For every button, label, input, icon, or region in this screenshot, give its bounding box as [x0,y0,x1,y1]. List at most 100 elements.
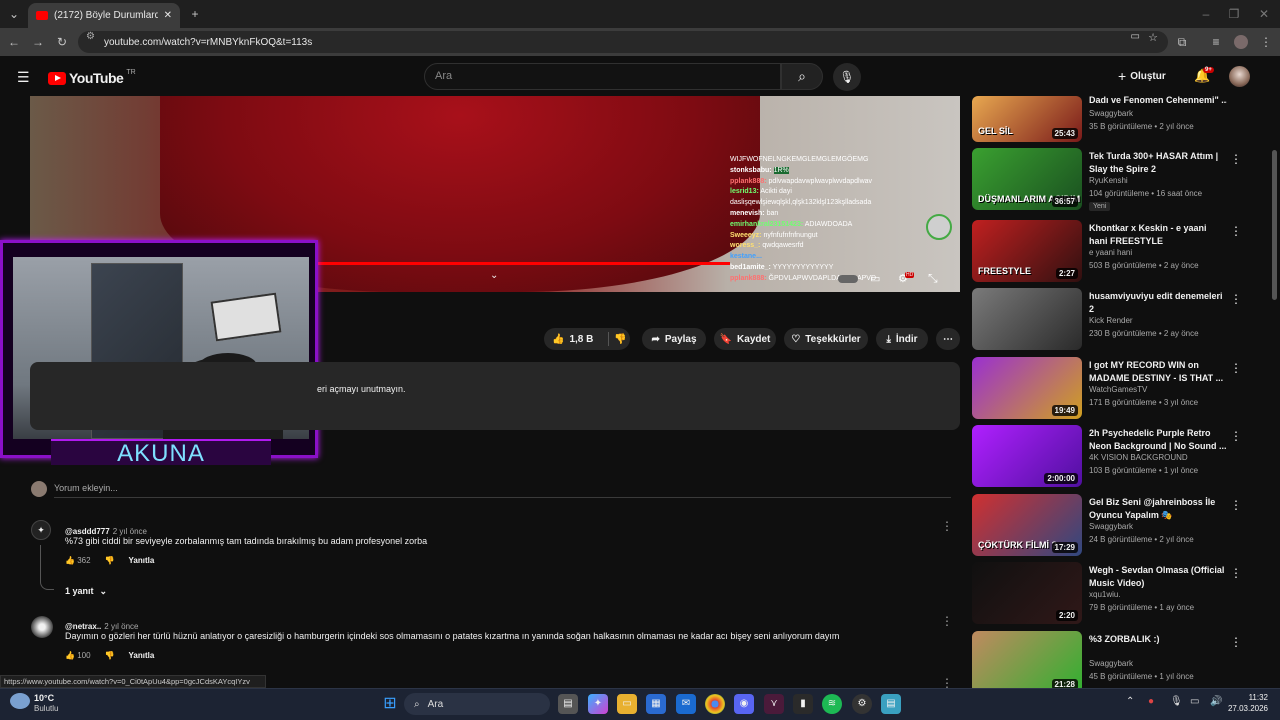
comment-avatar[interactable]: ✦ [31,520,51,540]
app-icon[interactable]: ▮ [793,694,813,714]
comment-time[interactable]: 2 yıl önce [104,622,138,631]
video-thumbnail[interactable]: GEL SİL 25:43 [972,96,1082,142]
comment-time[interactable]: 2 yıl önce [113,527,147,536]
account-avatar[interactable] [1229,66,1250,87]
clock-date[interactable]: 27.03.2026 [1224,704,1268,713]
url-field[interactable]: ⚙ youtube.com/watch?v=rMNBYknFkOQ&t=113s… [78,31,1168,53]
video-menu-icon[interactable]: ⋮ [1230,635,1242,649]
channel-name[interactable]: WatchGamesTV [1089,385,1147,394]
comment-author[interactable]: @netrax.. [65,622,101,631]
add-comment-input[interactable]: Yorum ekleyin... [54,483,118,493]
video-title[interactable]: Khontkar x Keskin - e yaani hani FREESTY… [1089,222,1227,248]
bookmark-star-icon[interactable]: ☆ [1148,31,1158,44]
comment-like-button[interactable]: 👍 100 [65,651,91,660]
video-thumbnail[interactable]: 2:00:00 [972,425,1082,487]
profile-avatar[interactable] [1234,35,1248,49]
channel-name[interactable]: RyuKenshi [1089,176,1128,185]
chrome-icon[interactable] [705,694,725,714]
comment-dislike-icon[interactable]: 👎 [105,651,115,660]
download-button[interactable]: ⤓ İndir [876,328,928,350]
channel-name[interactable]: 4K VISION BACKGROUND [1089,453,1188,462]
video-thumbnail[interactable]: FREESTYLE 2:27 [972,220,1082,282]
channel-name[interactable]: Swaggybark [1089,522,1133,531]
forward-icon[interactable]: → [28,31,48,53]
channel-name[interactable]: e yaani hani [1089,248,1132,257]
windows-start-icon[interactable]: ⊞ [380,694,400,714]
video-title[interactable]: Wegh - Sevdan Olmasa (Official Music Vid… [1089,564,1227,590]
close-window-icon[interactable]: ✕ [1254,3,1274,25]
recommended-video[interactable]: 19:49 I got MY RECORD WIN on MADAME DESTI… [972,357,1262,419]
install-app-icon[interactable]: ▭ [1131,31,1140,42]
video-thumbnail[interactable] [972,288,1082,350]
browser-tab[interactable]: (2172) Böyle Durumlarda MAKAR ✕ [28,3,180,28]
video-thumbnail[interactable]: 2:20 [972,562,1082,624]
autoplay-toggle[interactable] [838,275,858,283]
share-button[interactable]: ➦ Paylaş [642,328,706,350]
browser-menu-icon[interactable]: ⋮ [1256,31,1276,53]
save-button[interactable]: 🔖 Kaydet [714,328,776,350]
extensions-icon[interactable]: ⧉ [1172,31,1192,53]
video-thumbnail[interactable]: 19:49 [972,357,1082,419]
more-actions-button[interactable]: ⋯ [936,328,960,350]
search-button[interactable]: ⌕ [781,63,823,90]
comment-like-button[interactable]: 👍 362 [65,556,91,565]
channel-name[interactable]: Kick Render [1089,316,1133,325]
volume-icon[interactable]: 🔊 [1210,696,1222,707]
like-button[interactable]: 👍 1,8 B 👎 [544,328,630,350]
scrollbar-thumb[interactable] [1272,150,1277,300]
recommended-video[interactable]: DÜŞMANLARIM ACIDIM 36:57 Tek Turda 300+ HA… [972,148,1262,211]
reload-icon[interactable]: ↻ [52,31,72,53]
youtube-logo[interactable]: YouTube TR [48,69,136,86]
recommended-video[interactable]: husamviyuviyu edit denemeleri 2 Kick Rend… [972,288,1262,350]
tray-app-icon[interactable]: ● [1148,696,1154,707]
comment-menu-icon[interactable]: ⋮ [941,519,953,533]
thumbs-down-icon[interactable]: 👎 [614,334,626,345]
recommended-video[interactable]: 2:20 Wegh - Sevdan Olmasa (Official Music… [972,562,1262,624]
video-menu-icon[interactable]: ⋮ [1230,224,1242,238]
recommended-video[interactable]: GEL SİL 25:43 Dadı ve Fenomen Cehennemi" .… [972,95,1262,142]
comment-avatar[interactable] [31,616,53,638]
search-input[interactable]: Ara [424,63,781,90]
copilot-icon[interactable]: ✦ [588,694,608,714]
site-info-icon[interactable]: ⚙ [86,31,95,42]
channel-name[interactable]: Swaggybark [1089,109,1133,118]
clock-time[interactable]: 11:32 [1228,693,1268,702]
video-thumbnail[interactable]: ÇÖKTÜRK FİLMİ ? 17:29 [972,494,1082,556]
video-title[interactable]: 2h Psychedelic Purple Retro Neon Backgro… [1089,427,1227,453]
chevron-down-icon[interactable]: ⌄ [490,270,498,281]
weather-icon[interactable] [10,693,30,709]
file-explorer-icon[interactable]: ▭ [617,694,637,714]
video-menu-icon[interactable]: ⋮ [1230,566,1242,580]
video-title[interactable]: husamviyuviyu edit denemeleri 2 [1089,290,1227,316]
network-icon[interactable]: ▭ [1190,696,1199,707]
store-icon[interactable]: ▦ [646,694,666,714]
minimize-icon[interactable]: – [1196,3,1216,25]
discord-icon[interactable]: ◉ [734,694,754,714]
description-box[interactable]: eri açmayı unutmayın. [30,362,960,430]
channel-name[interactable]: xqu1wiu. [1089,590,1121,599]
video-menu-icon[interactable]: ⋮ [1230,152,1242,166]
comment-dislike-icon[interactable]: 👎 [105,556,115,565]
comment-author[interactable]: @asddd777 [65,527,110,536]
channel-name[interactable]: Swaggybark [1089,659,1133,668]
recommended-video[interactable]: FREESTYLE 2:27 Khontkar x Keskin - e yaani… [972,220,1262,282]
voice-search-button[interactable]: 🎙 [833,63,861,91]
video-menu-icon[interactable]: ⋮ [1230,292,1242,306]
comment-menu-icon[interactable]: ⋮ [941,614,953,628]
chevron-up-icon[interactable]: ⌃ [1126,696,1134,707]
exit-fullscreen-icon[interactable]: ⤡ [928,271,938,286]
close-tab-icon[interactable]: ✕ [164,10,172,21]
reply-button[interactable]: Yanıtla [129,556,155,565]
subtitles-icon[interactable]: ▭ [870,272,880,285]
create-button[interactable]: + Oluştur [1118,65,1178,87]
app-icon[interactable]: ⚙ [852,694,872,714]
hamburger-menu-icon[interactable]: ☰ [17,69,30,86]
microphone-icon[interactable]: 🎙 [1170,696,1183,707]
recommended-video[interactable]: 21:28 %3 ZORBALIK :) Swaggybark 45 B görünt… [972,631,1262,693]
video-menu-icon[interactable]: ⋮ [1230,361,1242,375]
video-title[interactable]: Tek Turda 300+ HASAR Attım | Slay the Sp… [1089,150,1227,176]
new-tab-icon[interactable]: + [185,3,205,25]
app-icon[interactable]: ⋎ [764,694,784,714]
notes-icon[interactable]: ▤ [881,694,901,714]
video-title[interactable]: I got MY RECORD WIN on MADAME DESTINY - … [1089,359,1227,385]
